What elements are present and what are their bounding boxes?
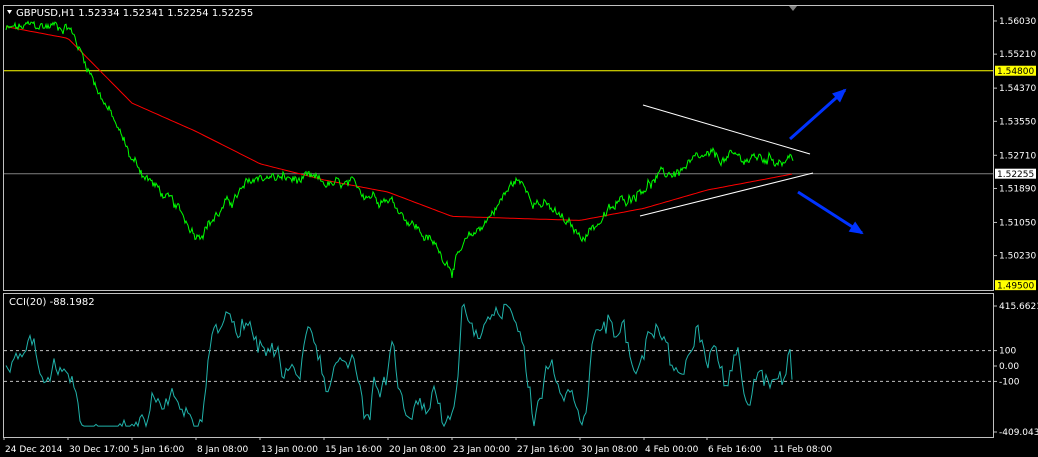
- current-price-label: 1.52255: [997, 170, 1034, 180]
- x-tick-label: 13 Jan 00:00: [261, 445, 318, 455]
- x-tick-label: 20 Jan 08:00: [389, 445, 446, 455]
- x-tick-label: 30 Dec 17:00: [69, 445, 130, 455]
- x-tick-label: 4 Feb 00:00: [645, 445, 699, 455]
- y-tick-label: 1.52710: [999, 151, 1036, 161]
- y-tick-label: 1.53550: [999, 117, 1036, 127]
- level-price-label: 1.49500: [997, 282, 1034, 292]
- main-title: GBPUSD,H1 1.52334 1.52341 1.52254 1.5225…: [16, 8, 253, 19]
- cci-tick-label: 100: [999, 347, 1016, 357]
- level-price-label: 1.54800: [997, 67, 1034, 77]
- cci-tick-label: -409.0438: [999, 428, 1038, 438]
- y-tick-label: 1.51890: [999, 184, 1036, 194]
- y-tick-label: 1.54370: [999, 84, 1036, 94]
- y-tick-label: 1.50230: [999, 252, 1036, 262]
- indicator-title: CCI(20) -88.1982: [9, 297, 95, 308]
- cci-tick-label: 415.6621: [999, 302, 1038, 312]
- x-tick-label: 11 Feb 08:00: [773, 445, 832, 455]
- cci-tick-label: -100: [999, 377, 1020, 387]
- x-tick-label: 30 Jan 08:00: [581, 445, 638, 455]
- x-tick-label: 24 Dec 2014: [5, 445, 63, 455]
- y-tick-label: 1.55210: [999, 50, 1036, 60]
- background: [0, 0, 1038, 457]
- cci-tick-label: 0.00: [999, 362, 1019, 372]
- x-tick-label: 5 Jan 16:00: [133, 445, 185, 455]
- x-tick-label: 15 Jan 16:00: [325, 445, 382, 455]
- x-tick-label: 23 Jan 00:00: [453, 445, 510, 455]
- chart-root: GBPUSD,H1 1.52334 1.52341 1.52254 1.5225…: [0, 0, 1038, 457]
- x-tick-label: 6 Feb 16:00: [708, 445, 762, 455]
- x-tick-label: 27 Jan 16:00: [517, 445, 574, 455]
- y-tick-label: 1.51050: [999, 218, 1036, 228]
- x-tick-label: 8 Jan 08:00: [197, 445, 249, 455]
- y-tick-label: 1.56030: [999, 17, 1036, 27]
